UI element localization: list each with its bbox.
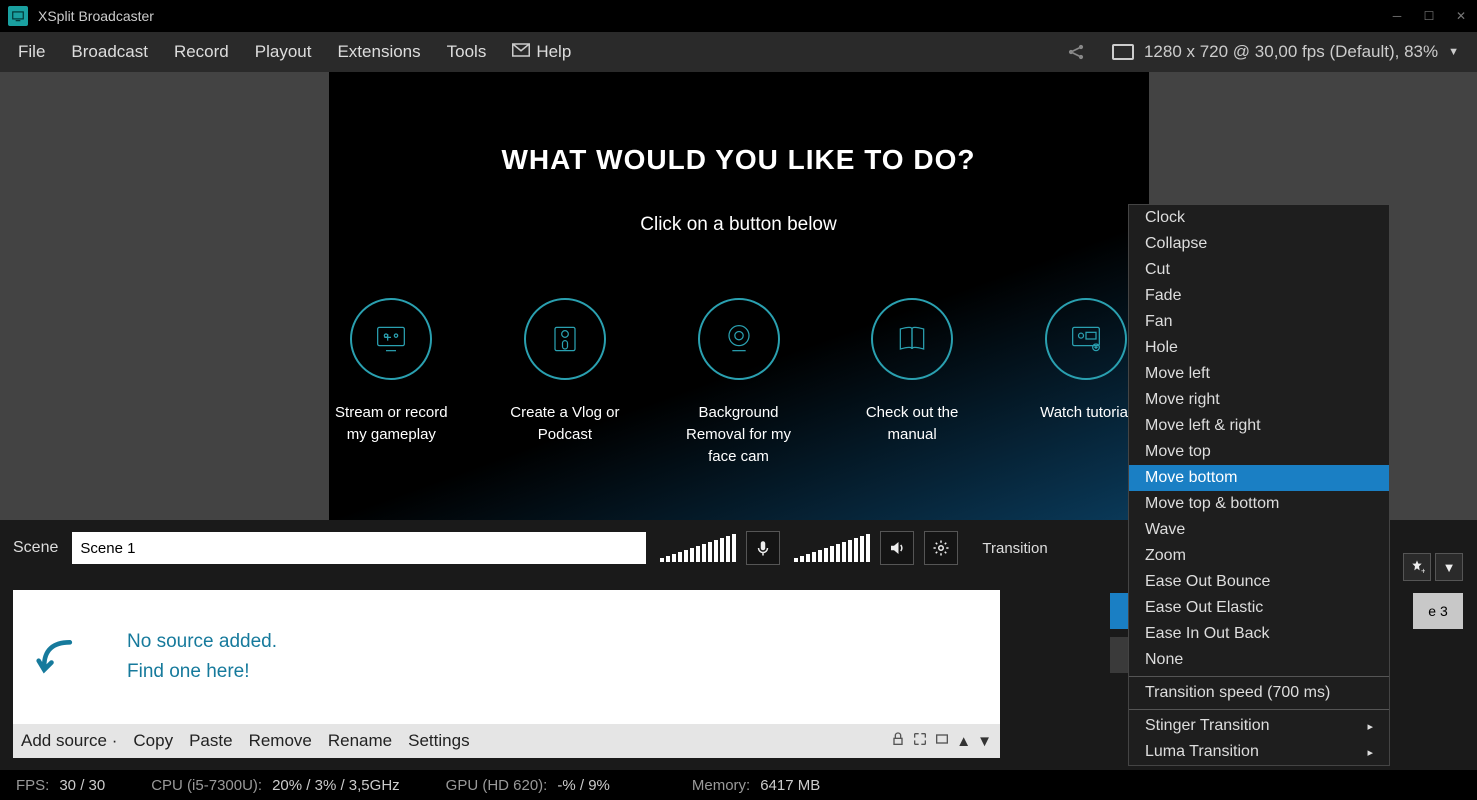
cm-item-zoom[interactable]: Zoom xyxy=(1129,543,1389,569)
cm-item-cut[interactable]: Cut xyxy=(1129,257,1389,283)
chevron-right-icon: ▸ xyxy=(1367,720,1373,733)
menubar: File Broadcast Record Playout Extensions… xyxy=(0,32,1477,72)
action-stream-gameplay[interactable]: Stream or record my gameplay xyxy=(329,298,455,467)
titlebar: XSplit Broadcaster ─ ☐ ✕ xyxy=(0,0,1477,32)
add-source-button[interactable]: Add source · xyxy=(21,731,117,751)
maximize-button[interactable]: ☐ xyxy=(1419,9,1439,23)
no-source-line2[interactable]: Find one here! xyxy=(127,657,277,687)
monitor-icon xyxy=(1112,44,1134,60)
no-source-line1: No source added. xyxy=(127,627,277,657)
gamepad-monitor-icon xyxy=(350,298,432,380)
webcam-icon xyxy=(698,298,780,380)
podcast-icon xyxy=(524,298,606,380)
lock-icon[interactable] xyxy=(890,731,906,752)
cm-item-move-top[interactable]: Move top xyxy=(1129,439,1389,465)
cm-item-ease-in-out-back[interactable]: Ease In Out Back xyxy=(1129,621,1389,647)
cm-item-stinger[interactable]: Stinger Transition▸ xyxy=(1129,713,1389,739)
canvas-heading: WHAT WOULD YOU LIKE TO DO? xyxy=(329,144,1149,176)
menu-help[interactable]: Help xyxy=(536,42,571,62)
mic-level-meter[interactable] xyxy=(660,534,736,562)
scene-button-3[interactable]: e 3 xyxy=(1413,593,1463,629)
resolution-display[interactable]: 1280 x 720 @ 30,00 fps (Default), 83% ▼ xyxy=(1112,42,1459,62)
copy-button[interactable]: Copy xyxy=(133,731,173,751)
cm-item-fade[interactable]: Fade xyxy=(1129,283,1389,309)
action-vlog-podcast[interactable]: Create a Vlog or Podcast xyxy=(502,298,628,467)
memory-value: 6417 MB xyxy=(760,777,820,794)
action-label: Stream or record my gameplay xyxy=(329,402,455,446)
preview-canvas: WHAT WOULD YOU LIKE TO DO? Click on a bu… xyxy=(329,72,1149,520)
menu-extensions[interactable]: Extensions xyxy=(337,42,420,62)
cm-item-transition-speed[interactable]: Transition speed (700 ms) xyxy=(1129,680,1389,706)
close-button[interactable]: ✕ xyxy=(1451,9,1471,23)
resolution-text: 1280 x 720 @ 30,00 fps (Default), 83% xyxy=(1144,42,1438,62)
share-icon[interactable] xyxy=(1066,42,1086,62)
cm-item-fan[interactable]: Fan xyxy=(1129,309,1389,335)
cm-separator xyxy=(1129,709,1389,710)
gpu-label: GPU (HD 620): xyxy=(446,777,548,794)
cm-item-none[interactable]: None xyxy=(1129,647,1389,673)
remove-button[interactable]: Remove xyxy=(249,731,312,751)
speaker-button[interactable] xyxy=(880,531,914,565)
menu-broadcast[interactable]: Broadcast xyxy=(71,42,148,62)
action-label: Create a Vlog or Podcast xyxy=(502,402,628,446)
expand-icon[interactable] xyxy=(912,731,928,752)
transition-context-menu: Clock Collapse Cut Fade Fan Hole Move le… xyxy=(1128,204,1390,766)
cm-item-ease-out-bounce[interactable]: Ease Out Bounce xyxy=(1129,569,1389,595)
minimize-button[interactable]: ─ xyxy=(1387,9,1407,23)
scene-name-input[interactable] xyxy=(72,532,646,564)
cm-item-ease-out-elastic[interactable]: Ease Out Elastic xyxy=(1129,595,1389,621)
menu-record[interactable]: Record xyxy=(174,42,229,62)
speaker-level-meter[interactable] xyxy=(794,534,870,562)
cm-item-wave[interactable]: Wave xyxy=(1129,517,1389,543)
cm-item-clock[interactable]: Clock xyxy=(1129,205,1389,231)
action-label: Check out the manual xyxy=(849,402,975,446)
settings-button[interactable] xyxy=(924,531,958,565)
fps-label: FPS: xyxy=(16,777,49,794)
gpu-value: -% / 9% xyxy=(557,777,610,794)
cm-item-move-top-bottom[interactable]: Move top & bottom xyxy=(1129,491,1389,517)
action-label: Watch tutorial xyxy=(1040,402,1131,424)
cm-item-hole[interactable]: Hole xyxy=(1129,335,1389,361)
chevron-right-icon: ▸ xyxy=(1367,746,1373,759)
cpu-label: CPU (i5-7300U): xyxy=(151,777,262,794)
window-title: XSplit Broadcaster xyxy=(38,8,154,24)
transition-label: Transition xyxy=(982,540,1047,557)
cm-item-collapse[interactable]: Collapse xyxy=(1129,231,1389,257)
book-icon xyxy=(871,298,953,380)
menu-file[interactable]: File xyxy=(18,42,45,62)
rename-button[interactable]: Rename xyxy=(328,731,392,751)
cm-separator xyxy=(1129,676,1389,677)
cpu-value: 20% / 3% / 3,5GHz xyxy=(272,777,400,794)
frame-icon[interactable] xyxy=(934,731,950,752)
move-down-icon[interactable]: ▼ xyxy=(977,733,992,750)
action-bg-removal[interactable]: Background Removal for my face cam xyxy=(676,298,802,467)
add-scene-button[interactable]: + xyxy=(1403,553,1431,581)
mail-icon xyxy=(512,42,530,62)
app-icon xyxy=(8,6,28,26)
menu-tools[interactable]: Tools xyxy=(447,42,487,62)
action-manual[interactable]: Check out the manual xyxy=(849,298,975,467)
move-up-icon[interactable]: ▲ xyxy=(956,733,971,750)
statusbar: FPS: 30 / 30 CPU (i5-7300U): 20% / 3% / … xyxy=(0,770,1477,800)
cm-item-move-left-right[interactable]: Move left & right xyxy=(1129,413,1389,439)
canvas-subheading: Click on a button below xyxy=(329,214,1149,236)
svg-text:+: + xyxy=(1421,567,1425,575)
fps-value: 30 / 30 xyxy=(59,777,105,794)
cm-item-luma[interactable]: Luma Transition▸ xyxy=(1129,739,1389,765)
arrow-down-icon xyxy=(35,635,79,679)
paste-button[interactable]: Paste xyxy=(189,731,232,751)
scene-dropdown-button[interactable]: ▼ xyxy=(1435,553,1463,581)
microphone-button[interactable] xyxy=(746,531,780,565)
sources-panel: No source added. Find one here! Add sour… xyxy=(13,590,1000,758)
action-label: Background Removal for my face cam xyxy=(676,402,802,467)
cm-item-move-right[interactable]: Move right xyxy=(1129,387,1389,413)
source-settings-button[interactable]: Settings xyxy=(408,731,469,751)
memory-label: Memory: xyxy=(692,777,750,794)
chevron-down-icon: ▼ xyxy=(1448,46,1459,58)
cm-item-move-bottom[interactable]: Move bottom xyxy=(1129,465,1389,491)
cm-item-move-left[interactable]: Move left xyxy=(1129,361,1389,387)
scene-label: Scene xyxy=(13,539,58,557)
video-tutorial-icon xyxy=(1045,298,1127,380)
menu-playout[interactable]: Playout xyxy=(255,42,312,62)
